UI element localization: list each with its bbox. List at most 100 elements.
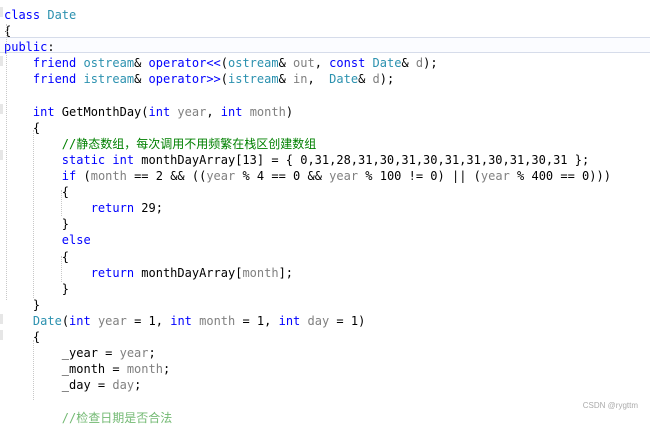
- code-line[interactable]: static int monthDayArray[13] = { 0,31,28…: [4, 152, 589, 168]
- code-token: Date: [32, 313, 62, 328]
- code-token: = 1,: [235, 313, 279, 328]
- code-token: = 1,: [126, 313, 171, 328]
- code-line[interactable]: Date(int year = 1, int month = 1, int da…: [4, 313, 365, 329]
- code-token: //检查日期是否合法: [4, 410, 173, 425]
- watermark: CSDN @rygttm: [582, 401, 638, 410]
- code-token: {: [4, 330, 41, 344]
- code-line[interactable]: else: [4, 232, 91, 248]
- code-token: else: [4, 233, 91, 248]
- code-token: {: [4, 120, 41, 135]
- current-line-highlight: [0, 37, 650, 53]
- fold-marker[interactable]: [0, 56, 3, 66]
- code-line[interactable]: public:: [4, 39, 55, 55]
- code-token: {: [4, 249, 70, 264]
- code-token: &: [358, 72, 373, 87]
- code-token: month: [126, 362, 163, 377]
- fold-marker[interactable]: [0, 330, 3, 340]
- code-token: return: [4, 265, 142, 280]
- code-token: (: [220, 56, 228, 71]
- code-line[interactable]: friend ostream& operator<<(ostream& out,…: [4, 55, 438, 71]
- code-token: year: [177, 104, 207, 119]
- code-token: year: [206, 169, 236, 183]
- code-line[interactable]: {: [4, 184, 69, 200]
- code-token: if: [4, 169, 84, 183]
- code-token: operator>>: [148, 72, 221, 87]
- code-line[interactable]: _month = month;: [4, 361, 170, 377]
- code-token: 29;: [141, 201, 163, 216]
- code-line[interactable]: {: [4, 120, 40, 136]
- code-token: return: [4, 201, 142, 216]
- code-token: day: [307, 313, 330, 328]
- indent-guide: [6, 24, 7, 300]
- code-token: int: [278, 313, 308, 328]
- fold-marker[interactable]: [0, 150, 3, 160]
- code-token: }: [4, 297, 41, 312]
- code-token: _day =: [4, 378, 113, 393]
- code-token: istream: [228, 72, 279, 87]
- code-token: }: [4, 281, 70, 296]
- code-line[interactable]: int GetMonthDay(int year, int month): [4, 104, 293, 120]
- indent-guide: [33, 340, 34, 400]
- code-line[interactable]: friend istream& operator>>(istream& in, …: [4, 71, 394, 87]
- code-token: int: [112, 152, 142, 167]
- code-line[interactable]: }: [4, 297, 40, 313]
- code-token: int: [170, 313, 200, 328]
- code-token: int: [4, 104, 62, 119]
- code-token: ,: [307, 72, 330, 87]
- code-token: ostream: [83, 56, 135, 71]
- code-token: Date: [47, 8, 77, 22]
- fold-marker[interactable]: [0, 104, 3, 114]
- code-line[interactable]: return monthDayArray[month];: [4, 265, 293, 281]
- code-line[interactable]: if (month == 2 && ((year % 4 == 0 && yea…: [4, 168, 611, 184]
- code-token: year: [480, 169, 510, 183]
- code-token: ;: [162, 362, 171, 377]
- fold-marker[interactable]: [0, 314, 3, 324]
- code-token: static: [4, 152, 113, 167]
- code-token: &: [278, 56, 294, 71]
- code-token: (: [83, 169, 91, 183]
- code-token: );: [423, 56, 438, 71]
- code-token: int: [220, 104, 250, 119]
- fold-marker[interactable]: [0, 7, 3, 17]
- code-token: ostream: [228, 56, 279, 71]
- code-token: month: [242, 265, 279, 280]
- code-line[interactable]: class Date: [4, 7, 76, 23]
- code-line[interactable]: _year = year;: [4, 345, 156, 361]
- code-token: ;: [148, 346, 156, 361]
- code-token: month: [199, 313, 236, 328]
- code-token: &: [134, 56, 149, 71]
- code-line[interactable]: }: [4, 281, 69, 297]
- code-line[interactable]: _day = day;: [4, 377, 142, 393]
- code-token: day: [112, 378, 135, 393]
- code-token: (: [141, 104, 149, 119]
- code-token: year: [119, 346, 149, 361]
- code-token: class: [4, 8, 48, 22]
- code-line[interactable]: {: [4, 329, 40, 345]
- code-token: = 1): [329, 313, 366, 328]
- code-line[interactable]: //检查日期是否合法: [4, 410, 172, 426]
- code-token: ];: [278, 265, 294, 280]
- code-token: Date: [372, 56, 402, 71]
- code-token: year: [97, 313, 127, 328]
- code-token: _year =: [4, 346, 120, 361]
- code-token: % 4 == 0 &&: [235, 169, 330, 183]
- code-line[interactable]: {: [4, 249, 69, 265]
- code-token: &: [401, 56, 416, 71]
- indent-guide: [61, 190, 62, 216]
- code-token: {: [4, 185, 70, 200]
- code-token: ,: [206, 104, 221, 119]
- code-token: );: [379, 72, 395, 87]
- code-token: monthDayArray[: [141, 265, 243, 280]
- code-line[interactable]: //静态数组，每次调用不用频繁在栈区创建数组: [4, 136, 316, 152]
- code-token: int: [148, 104, 178, 119]
- code-token: }: [4, 217, 70, 232]
- code-token: in: [293, 72, 308, 87]
- code-line[interactable]: }: [4, 216, 69, 232]
- code-token: % 100 != 0) || (: [358, 169, 481, 183]
- code-token: % 400 == 0))): [509, 169, 611, 183]
- code-token: (: [61, 313, 70, 328]
- code-token: :: [47, 40, 55, 55]
- code-line[interactable]: return 29;: [4, 200, 163, 216]
- code-token: month: [249, 104, 286, 119]
